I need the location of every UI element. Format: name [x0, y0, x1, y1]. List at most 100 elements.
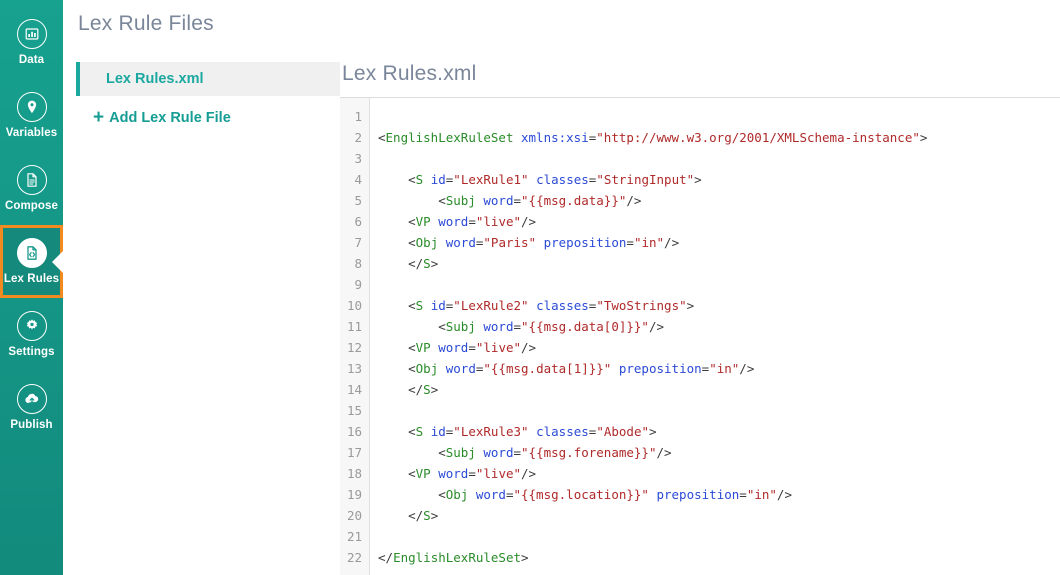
primary-sidebar: Data Variables Compose Lex Rules Settings Pub… [0, 0, 63, 575]
token-punc [529, 424, 537, 439]
token-punc [423, 424, 431, 439]
line-number: 11 [346, 319, 362, 334]
sidebar-item-lex-rules[interactable]: Lex Rules [0, 225, 63, 298]
token-punc: > [430, 382, 439, 397]
line-number: 19 [346, 487, 362, 502]
line-number: 16 [346, 424, 362, 439]
token-punc: < [378, 193, 446, 208]
token-punc: < [378, 466, 416, 481]
token-str: "{{msg.location}}" [513, 487, 649, 502]
token-tag: Subj [445, 193, 476, 208]
token-punc: = [739, 487, 747, 502]
app-root: Data Variables Compose Lex Rules Settings Pub… [0, 0, 1060, 575]
token-str: "StringInput" [596, 172, 695, 187]
token-tag: Obj [415, 235, 439, 250]
token-str: "in" [709, 361, 740, 376]
token-tag: EnglishLexRuleSet [393, 550, 521, 565]
token-punc: /> [521, 340, 537, 355]
code-line: <VP word="live"/> [378, 337, 1060, 358]
token-str: "live" [475, 214, 522, 229]
add-lex-rule-file-button[interactable]: + Add Lex Rule File [93, 108, 340, 127]
token-punc: < [378, 235, 416, 250]
code-editor-panel: Lex Rules.xml 1 2 3 4 5 6 7 8 9 10 11 12 13 14 15 16 17 1… [340, 0, 1060, 575]
token-attr: word [438, 340, 469, 355]
token-punc: /> [739, 361, 755, 376]
line-number: 6 [354, 214, 362, 229]
token-tag: EnglishLexRuleSet [385, 130, 514, 145]
token-punc: = [626, 235, 634, 250]
token-punc: < [378, 130, 386, 145]
token-tag: Obj [445, 487, 469, 502]
sidebar-item-compose[interactable]: Compose [0, 152, 63, 225]
code-line: <S id="LexRule3" classes="Abode"> [378, 421, 1060, 442]
token-punc: </ [378, 550, 394, 565]
code-editor[interactable]: 1 2 3 4 5 6 7 8 9 10 11 12 13 14 15 16 17 18 19 20 21 22 <Eng… [340, 98, 1060, 575]
page-title: Lex Rule Files [78, 12, 214, 35]
token-tag: VP [415, 214, 431, 229]
token-tag: VP [415, 340, 431, 355]
token-attr: classes [536, 172, 589, 187]
token-punc [611, 361, 619, 376]
token-attr: preposition [656, 487, 740, 502]
lex-rule-files-panel: Lex Rule Files Lex Rules.xml + Add Lex R… [63, 0, 340, 575]
sidebar-item-label: Compose [4, 199, 59, 212]
file-list: Lex Rules.xml + Add Lex Rule File [63, 62, 340, 127]
token-punc: /> [626, 193, 642, 208]
sidebar-item-settings[interactable]: Settings [0, 298, 63, 371]
plus-icon: + [93, 107, 105, 128]
line-number: 3 [354, 151, 362, 166]
token-punc: > [686, 298, 695, 313]
token-str: "in" [633, 235, 665, 250]
token-attr: word [483, 193, 514, 208]
token-attr: id [430, 424, 446, 439]
line-number: 22 [346, 550, 362, 565]
token-punc [536, 235, 544, 250]
token-punc: = [468, 214, 476, 229]
code-line: <Subj word="{{msg.forename}}"/> [378, 442, 1060, 463]
token-punc: = [513, 445, 522, 460]
token-punc [438, 361, 446, 376]
token-punc: > [430, 508, 439, 523]
list-item-lex-rules-xml[interactable]: Lex Rules.xml [76, 62, 340, 96]
token-punc: > [430, 256, 439, 271]
token-punc: < [378, 424, 416, 439]
cloud-upload-icon [16, 383, 47, 414]
file-name-label: Lex Rules.xml [106, 71, 204, 87]
code-line: <Subj word="{{msg.data}}"/> [378, 190, 1060, 211]
token-punc: /> [648, 319, 665, 334]
token-punc [529, 298, 537, 313]
token-attr: id [430, 172, 446, 187]
token-punc: </ [378, 508, 424, 523]
line-number-gutter: 1 2 3 4 5 6 7 8 9 10 11 12 13 14 15 16 17 18 19 20 21 22 [340, 98, 370, 575]
token-punc: /> [776, 487, 792, 502]
line-number: 13 [346, 361, 362, 376]
token-punc: /> [521, 466, 537, 481]
token-punc [468, 487, 476, 502]
sidebar-item-label: Lex Rules [3, 272, 60, 285]
editor-file-title: Lex Rules.xml [342, 62, 477, 85]
token-attr: word [445, 361, 476, 376]
token-str: "TwoStrings" [596, 298, 687, 313]
token-attr: word [438, 466, 469, 481]
token-attr: preposition [543, 235, 627, 250]
document-icon [16, 164, 47, 195]
sidebar-item-variables[interactable]: Variables [0, 79, 63, 152]
token-punc: = [468, 466, 476, 481]
token-punc: /> [656, 445, 672, 460]
token-tag: S [423, 256, 431, 271]
token-punc [529, 172, 537, 187]
token-punc: /> [664, 235, 680, 250]
add-lex-rule-file-label: Add Lex Rule File [109, 109, 231, 126]
sidebar-item-data[interactable]: Data [0, 6, 63, 79]
token-punc: < [378, 445, 446, 460]
token-punc: > [649, 424, 657, 439]
line-number: 12 [346, 340, 362, 355]
token-punc: < [378, 172, 416, 187]
token-str: "live" [475, 466, 522, 481]
line-number: 1 [354, 109, 362, 124]
code-line: <VP word="live"/> [378, 211, 1060, 232]
sidebar-item-publish[interactable]: Publish [0, 371, 63, 444]
token-attr: word [475, 487, 506, 502]
code-content[interactable]: <EnglishLexRuleSet xmlns:xsi="http://www… [370, 98, 1060, 575]
